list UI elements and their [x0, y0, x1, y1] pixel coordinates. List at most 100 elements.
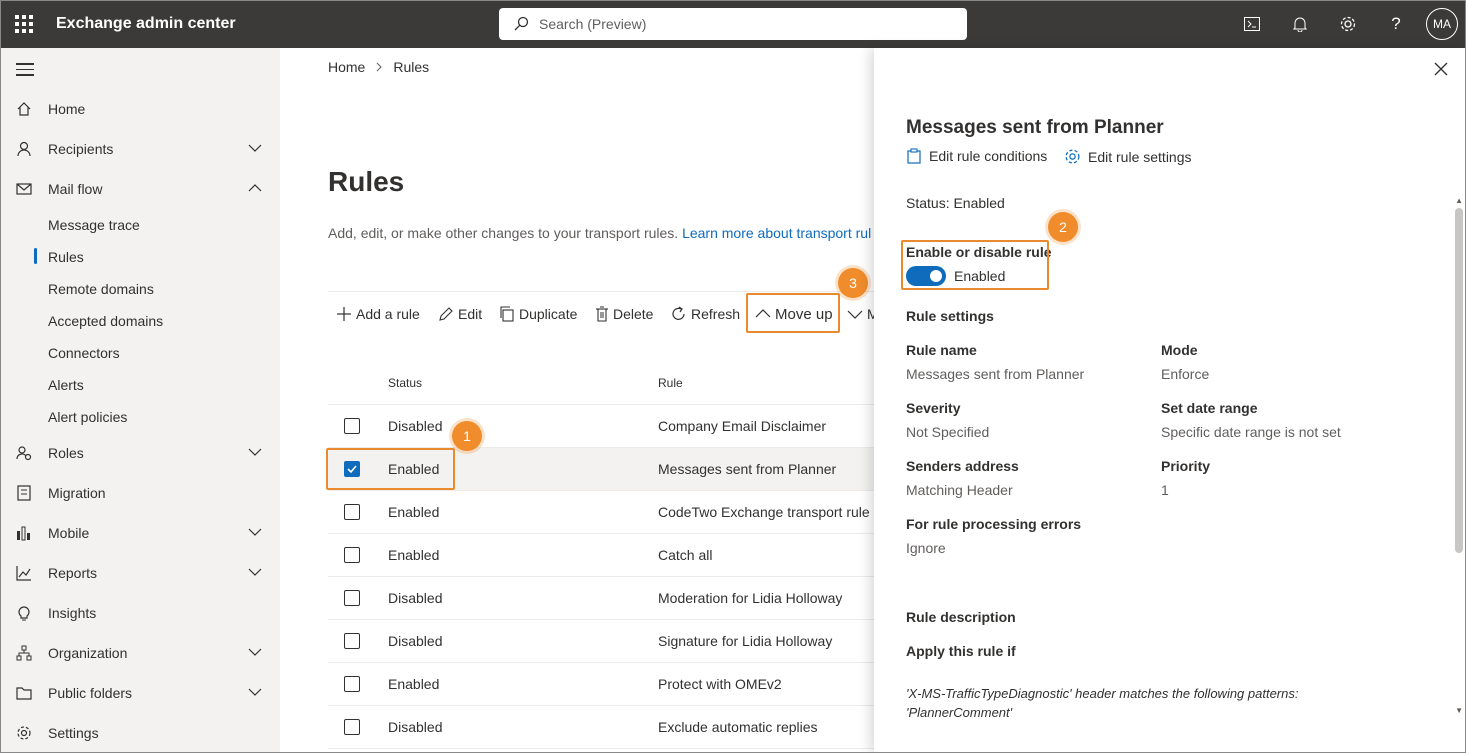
move-down-button[interactable]: M: [847, 302, 874, 326]
column-header-rule[interactable]: Rule: [658, 376, 683, 390]
gear-icon[interactable]: [1324, 0, 1372, 48]
chevron-down-icon[interactable]: [248, 685, 262, 699]
duplicate-button[interactable]: Duplicate: [499, 302, 577, 326]
chevron-down-icon[interactable]: [248, 445, 262, 459]
sidebar: Home Recipients Mail flow Message trace …: [0, 48, 280, 753]
scroll-up-arrow-icon[interactable]: ▲: [1455, 196, 1463, 205]
sidebar-subitem-alert-policies[interactable]: Alert policies: [48, 401, 127, 433]
panel-title: Messages sent from Planner: [906, 117, 1164, 138]
mode-value: Enforce: [1161, 366, 1210, 382]
senders-address-value: Matching Header: [906, 482, 1013, 498]
refresh-label: Refresh: [691, 306, 741, 322]
rule-details-panel: Messages sent from Planner Edit rule con…: [874, 48, 1466, 753]
apply-rule-if-heading: Apply this rule if: [906, 643, 1016, 659]
table-row[interactable]: Enabled Catch all: [328, 534, 874, 577]
sidebar-subitem-message-trace[interactable]: Message trace: [48, 209, 140, 241]
refresh-icon: [672, 306, 685, 320]
sidebar-item-recipients[interactable]: Recipients: [0, 133, 280, 165]
chevron-up-icon[interactable]: [248, 181, 262, 195]
chevron-down-icon[interactable]: [248, 645, 262, 659]
table-row[interactable]: Disabled Company Email Disclaimer: [328, 405, 874, 448]
sidebar-item-label: Reports: [48, 565, 98, 581]
sidebar-subitem-remote-domains[interactable]: Remote domains: [48, 273, 154, 305]
column-header-status[interactable]: Status: [388, 376, 422, 390]
learn-more-link[interactable]: Learn more about transport rul: [682, 225, 871, 241]
scroll-down-arrow-icon[interactable]: ▼: [1455, 706, 1463, 715]
sidebar-item-home[interactable]: Home: [0, 93, 280, 125]
edit-button[interactable]: Edit: [438, 302, 482, 326]
sidebar-subitem-accepted-domains[interactable]: Accepted domains: [48, 305, 163, 337]
page-title: Rules: [328, 166, 405, 197]
chevron-down-icon[interactable]: [248, 525, 262, 539]
main-content: Home Rules Rules Add, edit, or make othe…: [280, 48, 874, 753]
row-status: Enabled: [388, 676, 440, 692]
duplicate-label: Duplicate: [519, 306, 578, 322]
pencil-icon: [439, 307, 453, 321]
sidebar-item-roles[interactable]: Roles: [0, 437, 280, 469]
row-checkbox[interactable]: [344, 633, 360, 649]
table-row[interactable]: Enabled Protect with OMEv2: [328, 663, 874, 706]
cloud-shell-icon[interactable]: [1228, 0, 1276, 48]
row-checkbox[interactable]: [344, 590, 360, 606]
sidebar-item-label: Mail flow: [48, 181, 103, 197]
sidebar-item-reports[interactable]: Reports: [0, 557, 280, 589]
table-row[interactable]: Disabled Signature for Lidia Holloway: [328, 620, 874, 663]
status-text: Status: Enabled: [906, 195, 1005, 211]
row-checkbox[interactable]: [344, 719, 360, 735]
lightbulb-icon: [0, 605, 48, 621]
condition-text-line1: 'X-MS-TrafficTypeDiagnostic' header matc…: [906, 686, 1299, 701]
sidebar-item-insights[interactable]: Insights: [0, 597, 280, 629]
add-rule-button[interactable]: Add a rule: [336, 302, 420, 326]
edit-rule-settings-button[interactable]: Edit rule settings: [1064, 148, 1192, 165]
migration-icon: [0, 485, 48, 501]
table-row[interactable]: Disabled Moderation for Lidia Holloway: [328, 577, 874, 620]
row-rule-name[interactable]: Company Email Disclaimer: [658, 418, 826, 434]
mail-icon: [0, 182, 48, 196]
refresh-button[interactable]: Refresh: [671, 302, 740, 326]
delete-button[interactable]: Delete: [595, 302, 653, 326]
avatar[interactable]: MA: [1426, 8, 1458, 40]
edit-rule-conditions-button[interactable]: Edit rule conditions: [906, 148, 1047, 164]
close-icon[interactable]: [1434, 62, 1448, 76]
row-rule-name[interactable]: Messages sent from Planner: [658, 461, 836, 477]
row-checkbox[interactable]: [344, 504, 360, 520]
row-rule-name[interactable]: Moderation for Lidia Holloway: [658, 590, 842, 606]
row-checkbox[interactable]: [344, 418, 360, 434]
sidebar-item-public-folders[interactable]: Public folders: [0, 677, 280, 709]
hamburger-icon[interactable]: [16, 63, 34, 80]
processing-errors-value: Ignore: [906, 540, 946, 556]
active-indicator: [34, 248, 37, 264]
processing-errors-label: For rule processing errors: [906, 516, 1082, 532]
gear-icon: [0, 725, 48, 741]
sidebar-subitem-alerts[interactable]: Alerts: [48, 369, 84, 401]
sidebar-item-mobile[interactable]: Mobile: [0, 517, 280, 549]
chevron-down-icon[interactable]: [248, 565, 262, 579]
row-rule-name[interactable]: CodeTwo Exchange transport rule: [658, 504, 870, 520]
search-input[interactable]: Search (Preview): [499, 8, 967, 40]
scrollbar-thumb[interactable]: [1455, 208, 1463, 553]
help-icon[interactable]: ?: [1372, 0, 1420, 48]
bell-icon[interactable]: [1276, 0, 1324, 48]
sidebar-item-organization[interactable]: Organization: [0, 637, 280, 669]
sidebar-subitem-connectors[interactable]: Connectors: [48, 337, 120, 369]
sidebar-subitem-rules[interactable]: Rules: [48, 241, 84, 273]
table-row[interactable]: Enabled CodeTwo Exchange transport rule: [328, 491, 874, 534]
chevron-down-icon: [847, 310, 863, 319]
sidebar-item-migration[interactable]: Migration: [0, 477, 280, 509]
date-range-value: Specific date range is not set: [1161, 424, 1341, 440]
row-rule-name[interactable]: Catch all: [658, 547, 712, 563]
row-status: Enabled: [388, 547, 440, 563]
app-title[interactable]: Exchange admin center: [56, 15, 236, 33]
sidebar-item-settings[interactable]: Settings: [0, 717, 280, 749]
mode-label: Mode: [1161, 342, 1198, 358]
chevron-down-icon[interactable]: [248, 141, 262, 155]
app-launcher-icon[interactable]: [0, 0, 48, 48]
table-row[interactable]: Disabled Exclude automatic replies: [328, 706, 874, 749]
row-checkbox[interactable]: [344, 547, 360, 563]
row-rule-name[interactable]: Signature for Lidia Holloway: [658, 633, 832, 649]
breadcrumb-home[interactable]: Home: [328, 59, 365, 75]
sidebar-item-mail-flow[interactable]: Mail flow: [0, 173, 280, 205]
row-rule-name[interactable]: Protect with OMEv2: [658, 676, 782, 692]
row-checkbox[interactable]: [344, 676, 360, 692]
row-rule-name[interactable]: Exclude automatic replies: [658, 719, 818, 735]
